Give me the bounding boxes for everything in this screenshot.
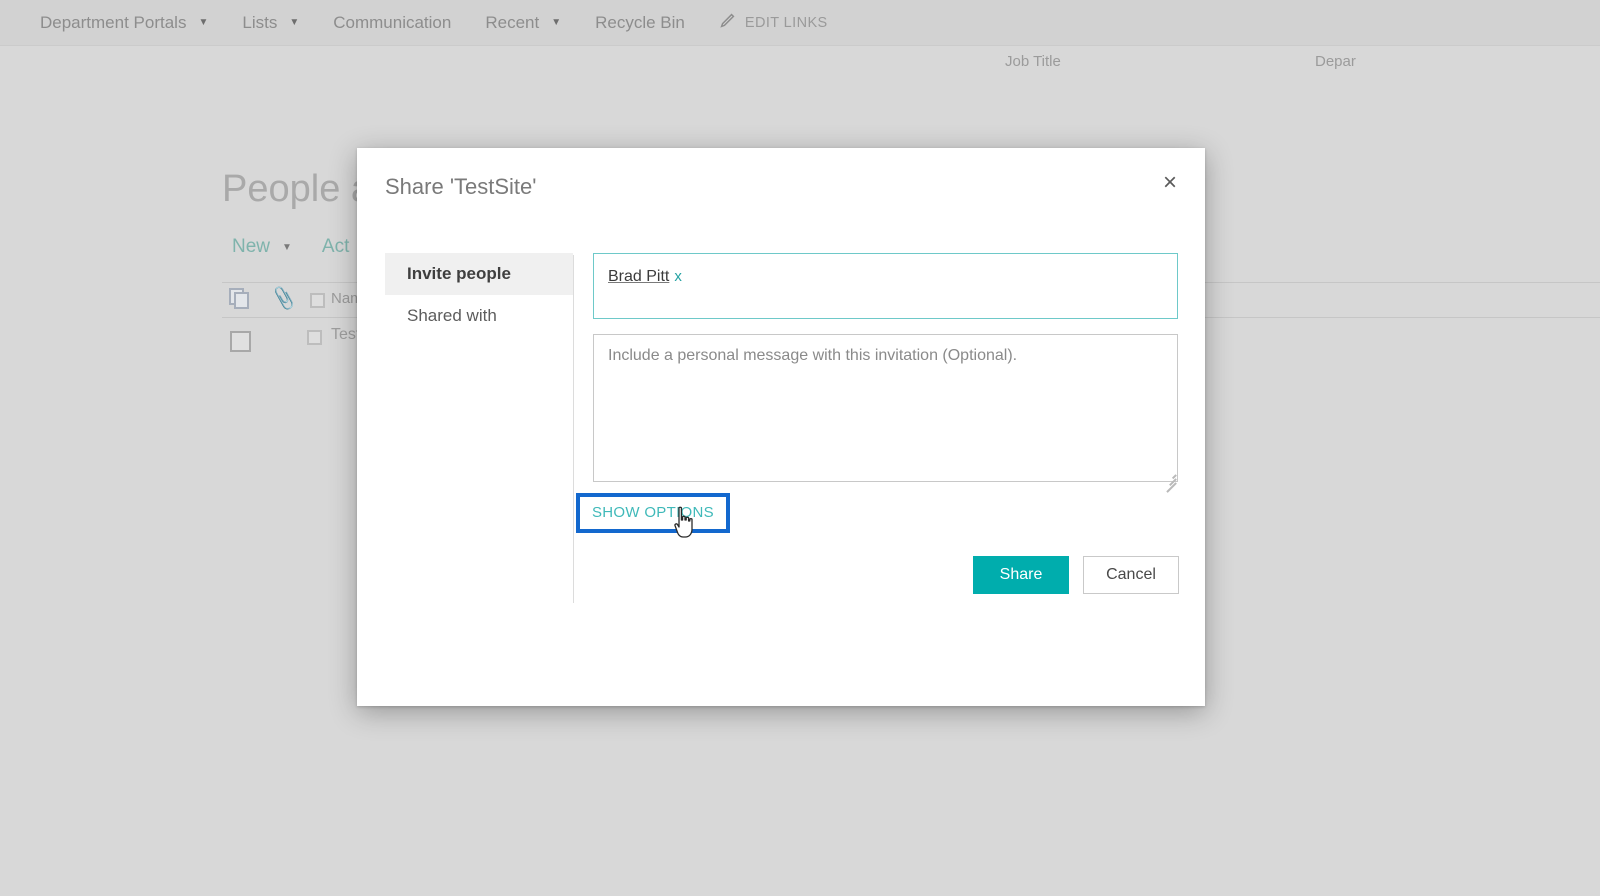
nav-label: Department Portals [40,12,187,32]
row-item-checkbox[interactable] [307,330,322,345]
list-row-label: Test [331,326,361,343]
dialog-tabs: Invite people Shared with [385,253,573,337]
share-button[interactable]: Share [973,556,1069,594]
share-dialog: Share 'TestSite' × Invite people Shared … [357,148,1205,706]
row-select-checkbox[interactable] [230,331,251,352]
show-options-label: SHOW OPTIONS [592,504,714,521]
vertical-divider [573,255,574,603]
tab-invite-people[interactable]: Invite people [385,253,573,295]
toolbar-new-button[interactable]: New ▼ [232,236,292,258]
column-header-job-title: Job Title [1005,53,1061,70]
top-navigation-bar: Department Portals ▼ Lists ▼ Communicati… [0,0,1600,46]
screen: Department Portals ▼ Lists ▼ Communicati… [0,0,1600,896]
personal-message-input[interactable] [593,334,1178,482]
nav-label: EDIT LINKS [744,14,828,31]
dialog-content: Brad Pitt x [593,253,1179,492]
chevron-down-icon: ▼ [282,241,292,253]
dialog-title: Share 'TestSite' [385,174,537,199]
show-options-button[interactable]: SHOW OPTIONS [576,493,730,533]
toolbar-label: Act [321,236,350,257]
nav-item-recycle-bin[interactable]: Recycle Bin [595,13,685,33]
tab-label: Invite people [407,264,511,283]
select-all-checkbox[interactable] [310,293,325,308]
column-header-department: Depar [1315,53,1356,70]
documents-icon [229,288,255,310]
cancel-button[interactable]: Cancel [1083,556,1179,594]
close-icon[interactable]: × [1153,166,1187,200]
nav-label: Communication [333,12,452,32]
nav-item-edit-links[interactable]: EDIT LINKS [719,13,828,33]
dialog-actions: Share Cancel [593,556,1179,594]
nav-label: Recycle Bin [595,12,685,32]
people-picker-input[interactable]: Brad Pitt x [593,253,1178,319]
nav-item-department-portals[interactable]: Department Portals ▼ [40,13,208,33]
person-token[interactable]: Brad Pitt [608,268,669,285]
nav-item-lists[interactable]: Lists ▼ [242,13,299,33]
nav-label: Lists [242,12,278,32]
nav-item-recent[interactable]: Recent ▼ [485,13,561,33]
pencil-icon [719,13,735,33]
chevron-down-icon: ▼ [198,16,209,28]
tab-shared-with[interactable]: Shared with [385,295,573,337]
paperclip-icon: 📎 [269,286,298,313]
nav-item-communication[interactable]: Communication [333,13,451,33]
chevron-down-icon: ▼ [289,16,300,28]
chevron-down-icon: ▼ [551,16,562,28]
toolbar-label: New [232,236,271,257]
tab-label: Shared with [407,306,497,325]
remove-token-icon[interactable]: x [674,268,682,285]
toolbar-actions-button[interactable]: Act [322,236,349,258]
dialog-body: Invite people Shared with Brad Pitt x SHO… [357,253,1205,603]
nav-label: Recent [485,12,540,32]
